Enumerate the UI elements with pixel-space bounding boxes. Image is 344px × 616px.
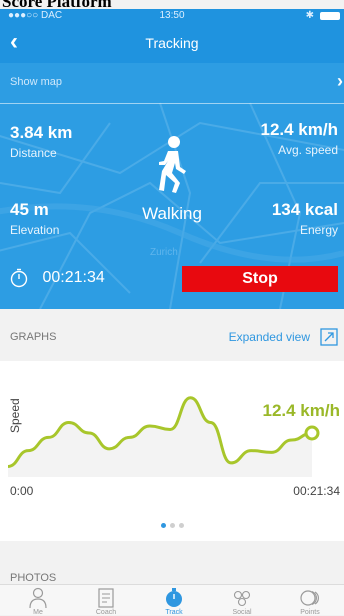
tab-track[interactable]: Track (140, 585, 208, 616)
show-map-row[interactable]: Show map › (0, 63, 344, 104)
timer: 00:21:34 (10, 268, 105, 288)
avg-speed-value: 12.4 km/h (260, 120, 339, 139)
social-icon (233, 590, 251, 607)
page-title: Tracking (145, 35, 199, 51)
current-speed-value: 12.4 km/h (262, 401, 341, 420)
speed-chart (7, 396, 320, 477)
avg-speed-label: Avg. speed (278, 143, 338, 157)
tab-label: Points (300, 609, 320, 616)
stop-button[interactable]: Stop (182, 266, 338, 292)
page-dot[interactable] (160, 523, 166, 528)
overlay-title: Score Platform (0, 0, 344, 9)
tab-label: Track (165, 609, 183, 616)
stopwatch-icon (10, 268, 28, 288)
photos-section-title: PHOTOS (10, 572, 57, 584)
tab-label: Me (33, 609, 43, 616)
activity-type: Walking (142, 204, 202, 223)
expanded-view-link[interactable]: Expanded view (229, 330, 310, 344)
tab-bar: Me Coach Track Social Points (0, 584, 344, 616)
status-bar: ●●●○○ DAC 13:50 ✱ (0, 9, 344, 23)
map-background: Zurich Show map › 3.84 km Distance 12.4 … (0, 63, 344, 309)
status-time: 13:50 (159, 10, 185, 21)
timer-value: 00:21:34 (42, 269, 105, 286)
tab-label: Coach (95, 609, 117, 616)
nav-bar: ‹ Tracking (0, 23, 344, 63)
person-icon (29, 587, 47, 609)
tab-label: Social (232, 609, 252, 616)
page-dot[interactable] (169, 523, 175, 528)
distance-value: 3.84 km (10, 123, 73, 142)
show-map-label: Show map (10, 76, 62, 88)
walking-person-icon (159, 136, 186, 193)
tab-points[interactable]: Points (276, 585, 344, 616)
graphs-header: GRAPHS Expanded view (0, 309, 344, 361)
speed-graph-card[interactable]: Speed 12.4 km/h 0:00 00:21:34 (0, 361, 344, 541)
y-axis-label: Speed (8, 398, 22, 433)
distance-metric: 3.84 km Distance (10, 123, 72, 160)
page-indicator (0, 515, 344, 533)
coach-icon (98, 588, 114, 608)
tab-coach[interactable]: Coach (72, 585, 140, 616)
graphs-section-title: GRAPHS (10, 331, 57, 343)
x-axis-start-label: 0:00 (10, 484, 34, 498)
distance-label: Distance (10, 146, 57, 160)
map-place-label: Zurich (150, 247, 178, 258)
x-axis-end-label: 00:21:34 (293, 484, 340, 498)
tab-social[interactable]: Social (208, 585, 276, 616)
expand-icon[interactable] (320, 328, 338, 346)
page-dot[interactable] (178, 523, 184, 528)
energy-label: Energy (299, 223, 338, 237)
points-icon (300, 590, 319, 606)
bluetooth-icon: ✱ (305, 10, 314, 21)
battery-icon (320, 12, 340, 20)
chevron-right-icon: › (337, 71, 343, 91)
avg-speed-metric: 12.4 km/h Avg. speed (261, 120, 339, 157)
stopwatch-icon (166, 588, 182, 607)
tab-me[interactable]: Me (4, 585, 72, 616)
elevation-label: Elevation (10, 223, 60, 237)
current-point-marker (304, 425, 320, 441)
